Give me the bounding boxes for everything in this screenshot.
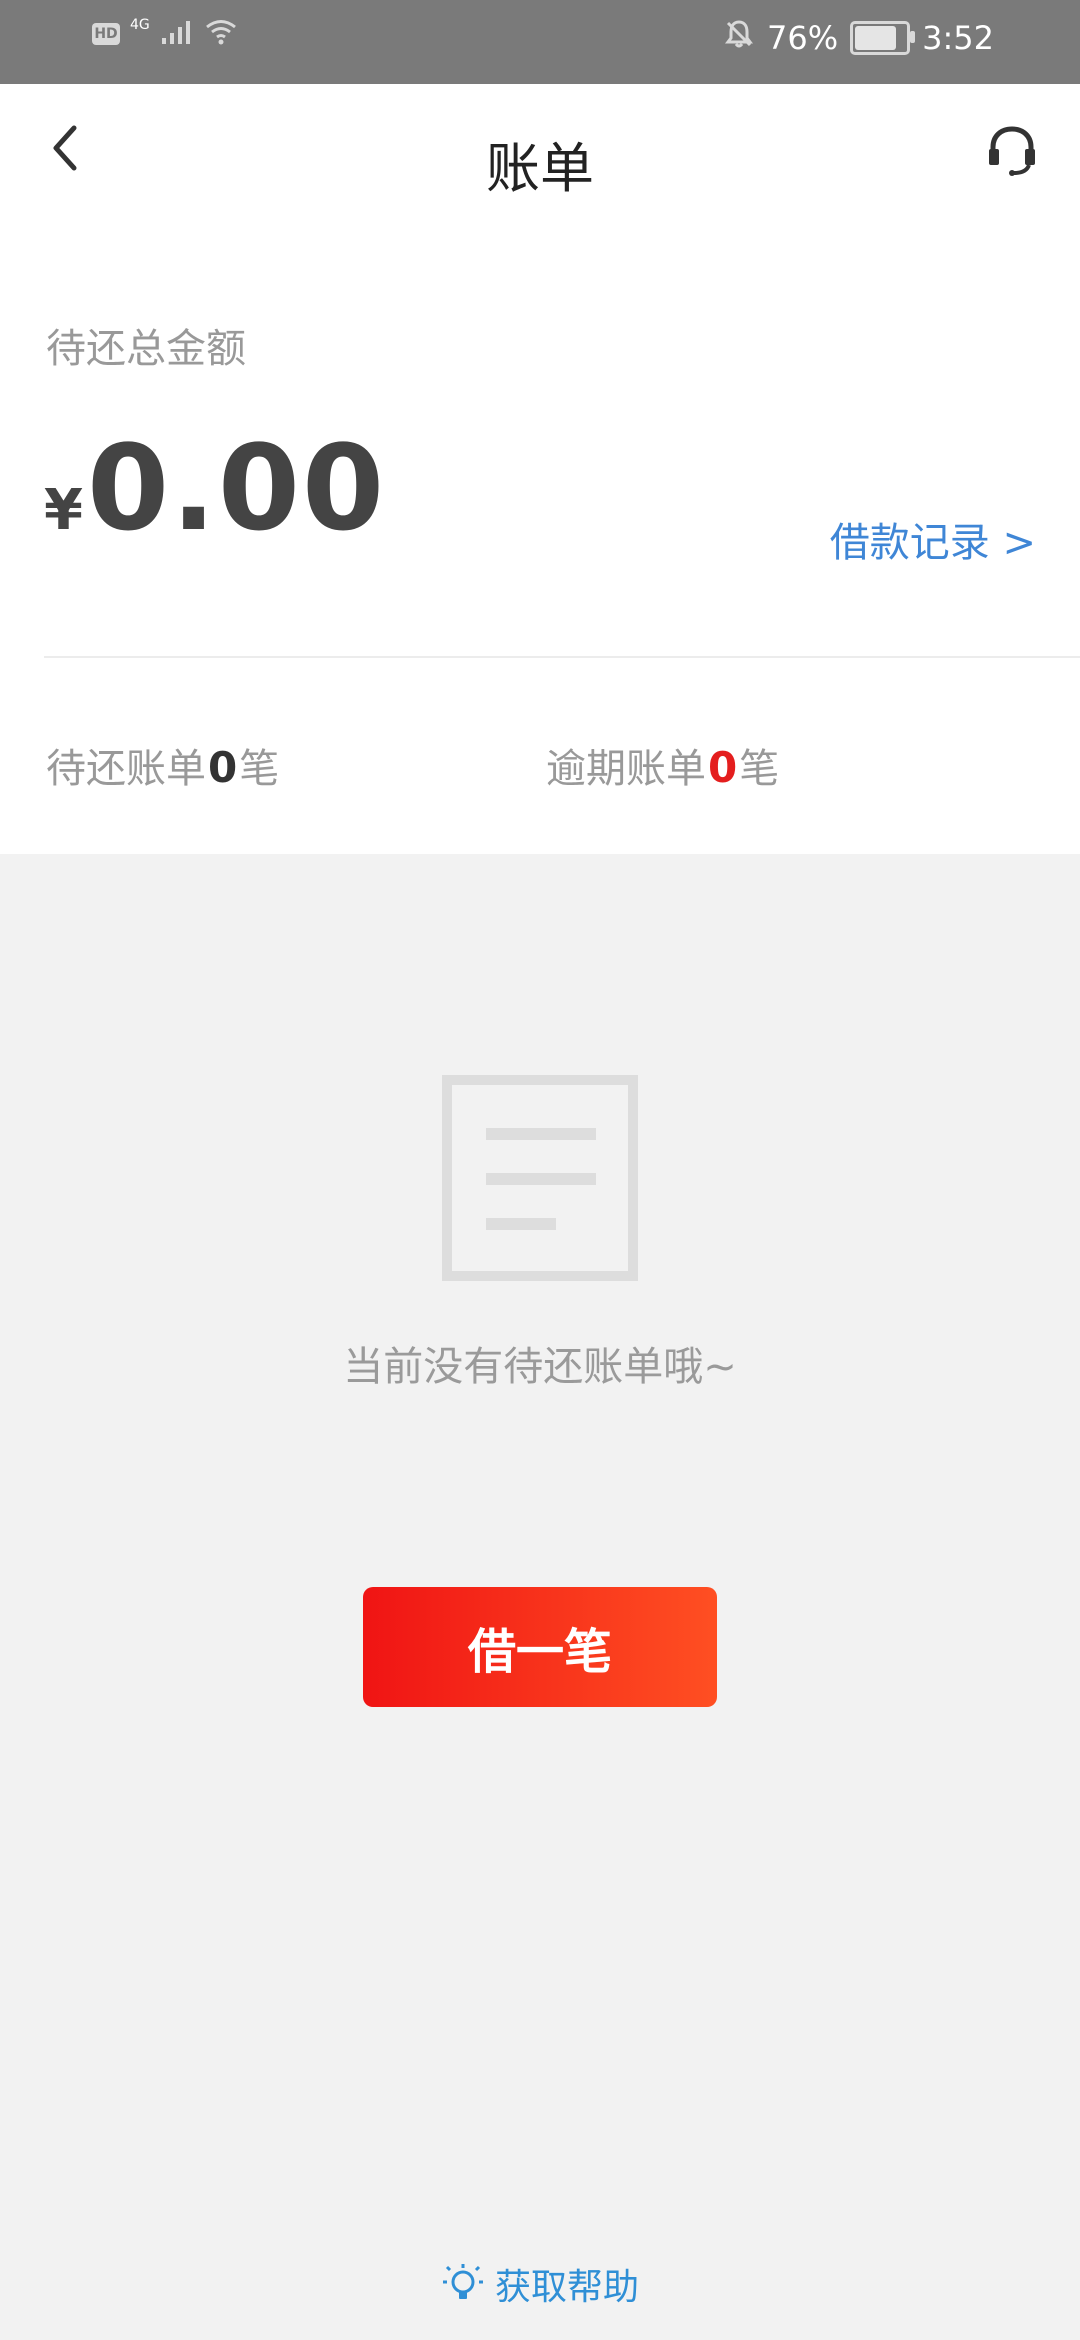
pending-bills-stat: 待还账单 0 笔 (46, 736, 279, 794)
currency-symbol: ¥ (44, 478, 83, 543)
loan-record-link[interactable]: 借款记录 > (830, 510, 1036, 568)
empty-state-message: 当前没有待还账单哦~ (343, 1344, 737, 1390)
status-left: HD 4G (92, 17, 238, 50)
borrow-button[interactable]: 借一笔 (363, 1587, 717, 1707)
pending-prefix: 待还账单 (46, 746, 206, 792)
headset-icon (983, 121, 1041, 183)
wifi-icon (204, 18, 238, 50)
overdue-bills-stat: 逾期账单 0 笔 (546, 736, 779, 794)
signal-icon (160, 18, 194, 50)
get-help-label: 获取帮助 (494, 2267, 639, 2308)
empty-document-icon (441, 1074, 639, 1282)
customer-service-button[interactable] (980, 120, 1044, 184)
amount-value: 0.00 (86, 419, 387, 557)
total-due-label: 待还总金额 (46, 326, 246, 372)
status-right: 76% 3:52 (723, 18, 994, 58)
pending-count: 0 (208, 743, 238, 792)
nav-bar: 账单 (0, 84, 1080, 224)
status-bar: HD 4G 76% 3:52 (0, 0, 1080, 84)
overdue-suffix: 笔 (739, 746, 780, 792)
divider (44, 656, 1080, 658)
overdue-count: 0 (708, 743, 738, 792)
overdue-prefix: 逾期账单 (546, 746, 706, 792)
pending-suffix: 笔 (239, 746, 280, 792)
bill-stats: 待还账单 0 笔 逾期账单 0 笔 (0, 736, 1080, 816)
hd-icon: HD (92, 23, 120, 45)
get-help-link[interactable]: 获取帮助 (0, 2258, 1080, 2310)
page-title: 账单 (486, 137, 594, 200)
mute-bell-icon (723, 18, 755, 58)
battery-fill (855, 26, 897, 50)
clock: 3:52 (922, 19, 994, 57)
bill-summary-section: 账单 待还总金额 ¥ 0.00 借款记录 > 待还账单 0 笔 逾期账单 0 笔 (0, 84, 1080, 854)
network-type: 4G (130, 17, 150, 33)
lightbulb-icon (441, 2262, 485, 2306)
battery-percent: 76% (767, 19, 839, 57)
total-due-amount: ¥ 0.00 (44, 429, 386, 547)
battery-icon (850, 21, 916, 55)
